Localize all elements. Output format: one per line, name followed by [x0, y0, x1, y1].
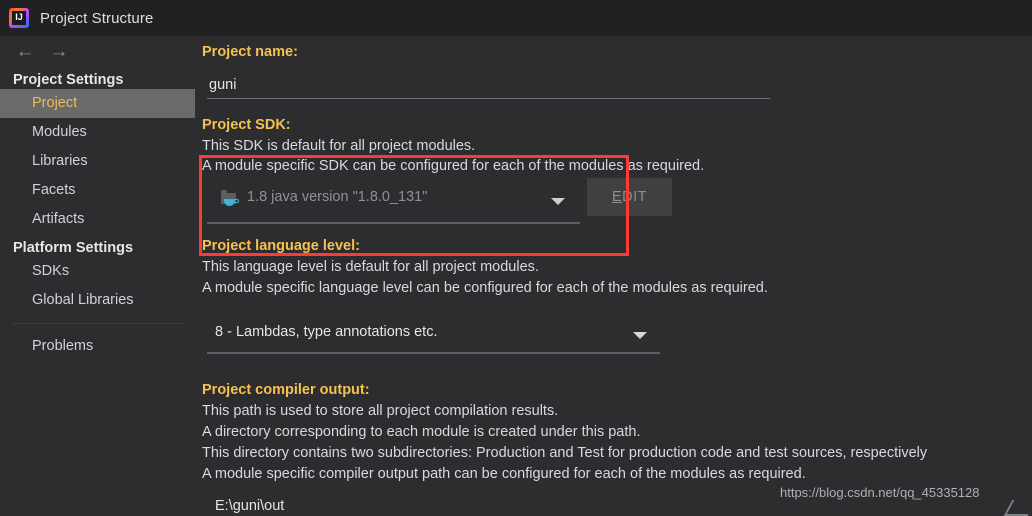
project-sdk-desc-line-1: This SDK is default for all project modu…: [202, 138, 476, 154]
sidebar-item-problems[interactable]: Problems: [0, 332, 195, 361]
language-level-label: Project language level:: [202, 238, 360, 254]
sidebar-group-project-settings: Project Settings: [13, 72, 124, 88]
watermark-text: https://blog.csdn.net/qq_45335128: [780, 485, 980, 500]
sidebar-item-modules[interactable]: Modules: [0, 118, 195, 147]
title-bar: Project Structure: [0, 0, 1032, 36]
project-sdk-label: Project SDK:: [202, 117, 291, 133]
compiler-output-desc-line-3: This directory contains two subdirectori…: [202, 445, 928, 461]
project-structure-dialog: Project Structure ← → Project Settings P…: [0, 0, 1032, 516]
language-level-combobox-value[interactable]: 8 - Lambdas, type annotations etc.: [215, 324, 437, 340]
chevron-down-icon-sdk[interactable]: [551, 198, 565, 205]
watermark-corner-mark: [1003, 500, 1032, 516]
edit-button-label-rest: DIT: [622, 189, 648, 205]
sidebar-item-project[interactable]: Project: [0, 89, 195, 118]
project-settings-panel: Project name: guni Project SDK: This SDK…: [195, 36, 1032, 516]
arrow-right-icon[interactable]: →: [42, 39, 76, 63]
compiler-output-desc-line-2: A directory corresponding to each module…: [202, 424, 641, 440]
sidebar-group-platform-settings: Platform Settings: [13, 240, 134, 256]
compiler-output-path-input[interactable]: E:\guni\out: [215, 498, 284, 514]
edit-sdk-button[interactable]: E DIT: [587, 178, 672, 216]
language-level-desc-line-2: A module specific language level can be …: [202, 280, 768, 296]
settings-sidebar: ← → Project Settings Project Modules Lib…: [0, 36, 195, 516]
compiler-output-label: Project compiler output:: [202, 382, 370, 398]
compiler-output-desc-line-4: A module specific compiler output path c…: [202, 466, 806, 482]
navigation-bar: ← →: [0, 36, 195, 66]
sidebar-item-facets[interactable]: Facets: [0, 176, 195, 205]
window-title: Project Structure: [40, 9, 154, 27]
sidebar-divider: [12, 323, 183, 324]
sidebar-item-sdks[interactable]: SDKs: [0, 257, 195, 286]
project-sdk-combobox-underline: [207, 222, 580, 224]
project-sdk-combobox-value[interactable]: 1.8 java version "1.8.0_131": [247, 189, 427, 205]
project-name-input-underline: [207, 98, 770, 99]
project-name-input[interactable]: guni: [209, 77, 236, 93]
project-name-label: Project name:: [202, 44, 298, 60]
chevron-down-icon-language-level[interactable]: [633, 332, 647, 339]
arrow-left-icon[interactable]: ←: [8, 39, 42, 63]
language-level-desc-line-1: This language level is default for all p…: [202, 259, 539, 275]
project-sdk-desc-line-2: A module specific SDK can be configured …: [202, 158, 705, 174]
sidebar-item-artifacts[interactable]: Artifacts: [0, 205, 195, 234]
jdk-folder-coffee-icon: [221, 190, 239, 208]
sidebar-item-global-libraries[interactable]: Global Libraries: [0, 286, 195, 315]
edit-button-mnemonic: E: [611, 189, 623, 205]
language-level-combobox-underline: [207, 352, 660, 354]
compiler-output-desc-line-1: This path is used to store all project c…: [202, 403, 559, 419]
intellij-idea-logo-icon: [9, 8, 29, 28]
sidebar-item-libraries[interactable]: Libraries: [0, 147, 195, 176]
